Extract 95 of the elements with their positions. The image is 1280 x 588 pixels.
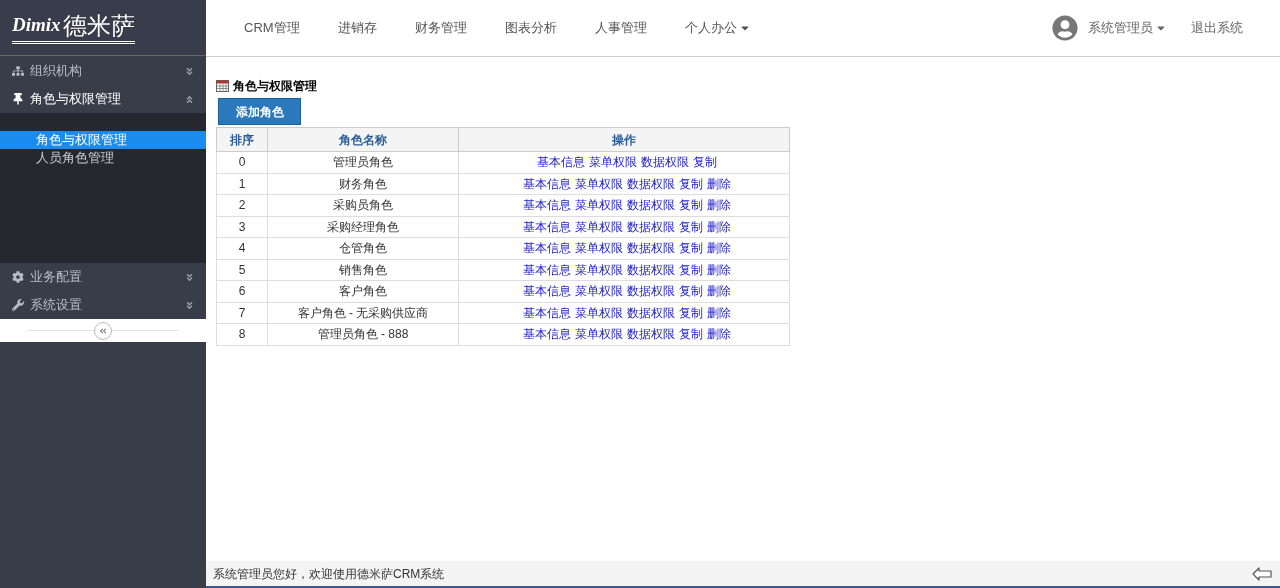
column-header: 排序 bbox=[216, 127, 268, 152]
sitemap-icon bbox=[12, 65, 24, 77]
user-menu[interactable]: 系统管理员 bbox=[1088, 18, 1167, 38]
table-cell: 3 bbox=[216, 216, 268, 238]
action-link[interactable]: 菜单权限 bbox=[589, 153, 637, 172]
action-link[interactable]: 基本信息 bbox=[523, 303, 571, 322]
action-link[interactable]: 数据权限 bbox=[627, 217, 675, 236]
action-link[interactable]: 基本信息 bbox=[523, 239, 571, 258]
nav-link[interactable]: 图表分析 bbox=[504, 18, 557, 38]
action-link[interactable]: 数据权限 bbox=[641, 153, 689, 172]
action-link[interactable]: 基本信息 bbox=[523, 217, 571, 236]
double-chevron-left-icon bbox=[99, 326, 107, 335]
column-header: 操作 bbox=[458, 127, 790, 152]
action-link[interactable]: 复制 bbox=[679, 196, 703, 215]
action-link[interactable]: 基本信息 bbox=[523, 282, 571, 301]
nav-link[interactable]: 个人办公 bbox=[684, 18, 751, 38]
action-link[interactable]: 删除 bbox=[707, 196, 731, 215]
table-cell: 6 bbox=[216, 280, 268, 302]
action-link[interactable]: 基本信息 bbox=[523, 196, 571, 215]
action-link[interactable]: 复制 bbox=[679, 303, 703, 322]
table-cell: 销售角色 bbox=[267, 259, 459, 281]
action-link[interactable]: 菜单权限 bbox=[575, 196, 623, 215]
table-cell: 2 bbox=[216, 194, 268, 216]
action-link[interactable]: 删除 bbox=[707, 260, 731, 279]
action-link[interactable]: 复制 bbox=[693, 153, 717, 172]
action-link[interactable]: 菜单权限 bbox=[575, 325, 623, 344]
wrench-icon bbox=[12, 299, 24, 311]
action-link[interactable]: 数据权限 bbox=[627, 303, 675, 322]
table-cell: 采购经理角色 bbox=[267, 216, 459, 238]
table-cell: 财务角色 bbox=[267, 173, 459, 195]
gear-icon bbox=[12, 271, 24, 283]
action-link[interactable]: 删除 bbox=[707, 325, 731, 344]
action-link[interactable]: 复制 bbox=[679, 260, 703, 279]
status-text: 系统管理员您好，欢迎使用德米萨CRM系统 bbox=[213, 565, 445, 583]
action-link[interactable]: 数据权限 bbox=[627, 260, 675, 279]
pin-icon bbox=[12, 93, 24, 105]
page-title: 角色与权限管理 bbox=[233, 78, 317, 95]
table-cell: 4 bbox=[216, 237, 268, 259]
table-icon bbox=[216, 80, 229, 92]
table-cell: 0 bbox=[216, 151, 268, 173]
table-cell: 1 bbox=[216, 173, 268, 195]
table-cell: 5 bbox=[216, 259, 268, 281]
table-cell: 仓管角色 bbox=[267, 237, 459, 259]
expand-icon bbox=[185, 300, 194, 310]
column-header: 角色名称 bbox=[267, 127, 459, 152]
action-link[interactable]: 菜单权限 bbox=[575, 260, 623, 279]
menu-label: 角色与权限管理 bbox=[30, 90, 121, 109]
menu-label: 业务配置 bbox=[30, 268, 82, 287]
action-link[interactable]: 基本信息 bbox=[523, 174, 571, 193]
menu-label: 组织机构 bbox=[30, 62, 82, 81]
arrow-left-icon[interactable] bbox=[1252, 566, 1272, 581]
action-link[interactable]: 菜单权限 bbox=[575, 174, 623, 193]
add-role-button[interactable]: 添加角色 bbox=[218, 98, 301, 125]
table-cell: 7 bbox=[216, 302, 268, 324]
action-link[interactable]: 基本信息 bbox=[523, 325, 571, 344]
action-link[interactable]: 删除 bbox=[707, 303, 731, 322]
action-link[interactable]: 菜单权限 bbox=[575, 239, 623, 258]
action-link[interactable]: 数据权限 bbox=[627, 196, 675, 215]
action-link[interactable]: 删除 bbox=[707, 239, 731, 258]
action-link[interactable]: 数据权限 bbox=[627, 239, 675, 258]
action-link[interactable]: 基本信息 bbox=[523, 260, 571, 279]
action-link[interactable]: 删除 bbox=[707, 174, 731, 193]
menu-label: 系统设置 bbox=[30, 296, 82, 315]
expand-icon bbox=[185, 66, 194, 76]
action-link[interactable]: 菜单权限 bbox=[575, 303, 623, 322]
action-link[interactable]: 复制 bbox=[679, 239, 703, 258]
collapse-icon bbox=[185, 94, 194, 104]
action-link[interactable]: 数据权限 bbox=[627, 282, 675, 301]
logo: Dimix德米萨 bbox=[12, 11, 135, 44]
expand-icon bbox=[185, 272, 194, 282]
nav-link[interactable]: 人事管理 bbox=[594, 18, 647, 38]
action-link[interactable]: 基本信息 bbox=[537, 153, 585, 172]
action-link[interactable]: 复制 bbox=[679, 174, 703, 193]
table-cell: 采购员角色 bbox=[267, 194, 459, 216]
action-link[interactable]: 菜单权限 bbox=[575, 282, 623, 301]
table-cell: 管理员角色 bbox=[267, 151, 459, 173]
action-link[interactable]: 复制 bbox=[679, 325, 703, 344]
action-link[interactable]: 数据权限 bbox=[627, 174, 675, 193]
avatar-icon bbox=[1052, 15, 1078, 41]
logout-link[interactable]: 退出系统 bbox=[1191, 18, 1243, 38]
submenu-item[interactable]: 人员角色管理 bbox=[0, 149, 206, 167]
nav-link[interactable]: 财务管理 bbox=[414, 18, 467, 38]
action-link[interactable]: 删除 bbox=[707, 217, 731, 236]
action-link[interactable]: 菜单权限 bbox=[575, 217, 623, 236]
action-link[interactable]: 复制 bbox=[679, 282, 703, 301]
action-link[interactable]: 数据权限 bbox=[627, 325, 675, 344]
nav-link[interactable]: 进销存 bbox=[337, 18, 377, 38]
table-cell: 管理员角色 - 888 bbox=[267, 323, 459, 345]
nav-link[interactable]: CRM管理 bbox=[244, 18, 300, 38]
action-link[interactable]: 删除 bbox=[707, 282, 731, 301]
sidebar-collapse-button[interactable] bbox=[94, 321, 112, 340]
action-link[interactable]: 复制 bbox=[679, 217, 703, 236]
table-cell: 客户角色 bbox=[267, 280, 459, 302]
table-cell: 客户角色 - 无采购供应商 bbox=[267, 302, 459, 324]
table-cell: 8 bbox=[216, 323, 268, 345]
